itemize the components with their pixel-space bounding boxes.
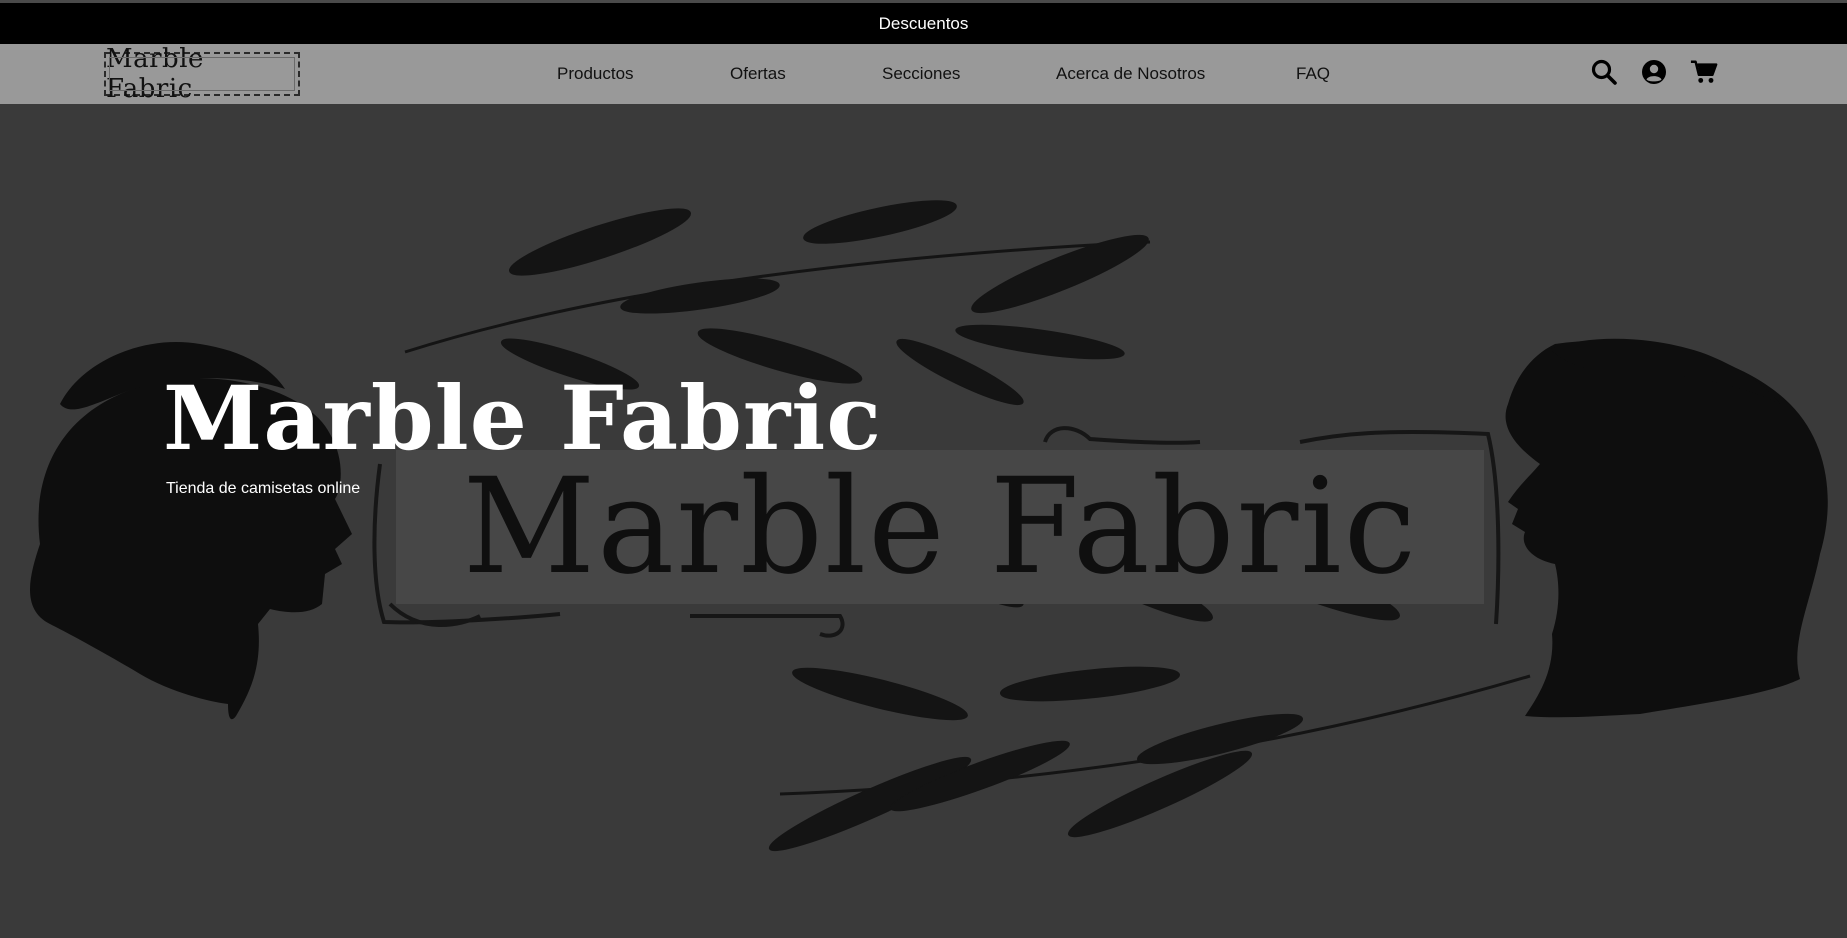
nav-link-acerca-de-nosotros[interactable]: Acerca de Nosotros	[1056, 64, 1205, 84]
hero-subtitle: Tienda de camisetas online	[166, 480, 361, 497]
nav-link-productos[interactable]: Productos	[557, 64, 634, 84]
right-bust-illustration	[1505, 338, 1828, 718]
promo-bar: Descuentos	[0, 0, 1847, 44]
center-banner-text: Marble Fabric	[462, 450, 1418, 604]
discounts-link[interactable]: Descuentos	[879, 14, 969, 34]
hero-section: Marble Fabric Marble Fabric Tienda de ca…	[0, 104, 1847, 938]
navbar: Marble Fabric Productos Ofertas Seccione…	[0, 44, 1847, 104]
nav-links: Productos Ofertas Secciones Acerca de No…	[0, 44, 1847, 104]
shopping-cart-icon[interactable]	[1690, 58, 1718, 86]
search-icon[interactable]	[1590, 58, 1618, 86]
user-account-icon[interactable]	[1640, 58, 1668, 86]
nav-link-ofertas[interactable]: Ofertas	[730, 64, 786, 84]
hero-title: Marble Fabric	[163, 366, 883, 470]
nav-link-secciones[interactable]: Secciones	[882, 64, 960, 84]
nav-icons	[1590, 58, 1718, 86]
nav-link-faq[interactable]: FAQ	[1296, 64, 1330, 84]
center-banner: Marble Fabric	[396, 450, 1484, 604]
